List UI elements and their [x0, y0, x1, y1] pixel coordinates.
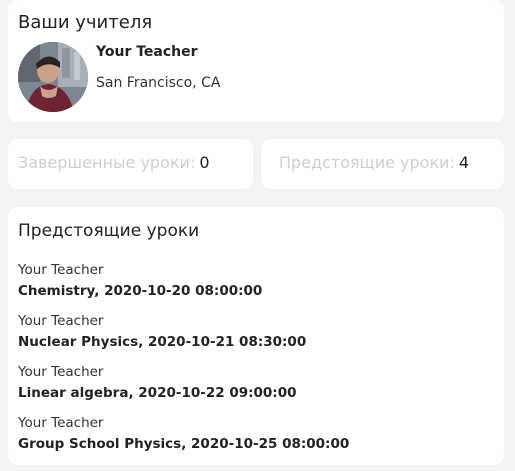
list-item[interactable]: Your Teacher Linear algebra, 2020-10-22 …	[18, 363, 494, 414]
lesson-detail: Group School Physics, 2020-10-25 08:00:0…	[18, 436, 350, 452]
completed-lessons-card: Завершенные уроки: 0	[8, 139, 253, 189]
upcoming-lessons-count: 4	[458, 153, 470, 172]
upcoming-lessons-section: Предстоящие уроки Your Teacher Chemistry…	[8, 207, 504, 465]
lessons-list: Your Teacher Chemistry, 2020-10-20 08:00…	[18, 261, 494, 465]
lesson-detail: Linear algebra, 2020-10-22 09:00:00	[18, 385, 297, 401]
lesson-detail: Chemistry, 2020-10-20 08:00:00	[18, 283, 263, 299]
teachers-title: Ваши учителя	[18, 12, 153, 33]
teachers-card: Ваши учителя Your Teacher San Francisco,…	[8, 0, 504, 122]
completed-lessons-label: Завершенные уроки:	[18, 153, 196, 172]
lesson-detail: Nuclear Physics, 2020-10-21 08:30:00	[18, 334, 307, 350]
avatar[interactable]	[18, 42, 88, 112]
teacher-location: San Francisco, CA	[96, 75, 221, 91]
teacher-name[interactable]: Your Teacher	[96, 44, 198, 60]
list-item[interactable]: Your Teacher Nuclear Physics, 2020-10-21…	[18, 312, 494, 363]
lesson-teacher: Your Teacher	[18, 262, 104, 278]
teacher-photo-icon	[18, 42, 88, 112]
lesson-teacher: Your Teacher	[18, 364, 104, 380]
completed-lessons-count: 0	[199, 153, 210, 172]
upcoming-lessons-card: Предстоящие уроки: 4	[261, 139, 504, 189]
lesson-teacher: Your Teacher	[18, 415, 104, 431]
upcoming-lessons-label: Предстоящие уроки:	[279, 153, 455, 172]
list-item[interactable]: Your Teacher Group School Physics, 2020-…	[18, 414, 494, 465]
list-item[interactable]: Your Teacher Chemistry, 2020-10-20 08:00…	[18, 261, 494, 312]
upcoming-lessons-title: Предстоящие уроки	[18, 221, 200, 241]
lesson-teacher: Your Teacher	[18, 313, 104, 329]
upcoming-lessons-stat: Предстоящие уроки: 4	[279, 153, 469, 172]
completed-lessons-stat: Завершенные уроки: 0	[18, 153, 210, 172]
